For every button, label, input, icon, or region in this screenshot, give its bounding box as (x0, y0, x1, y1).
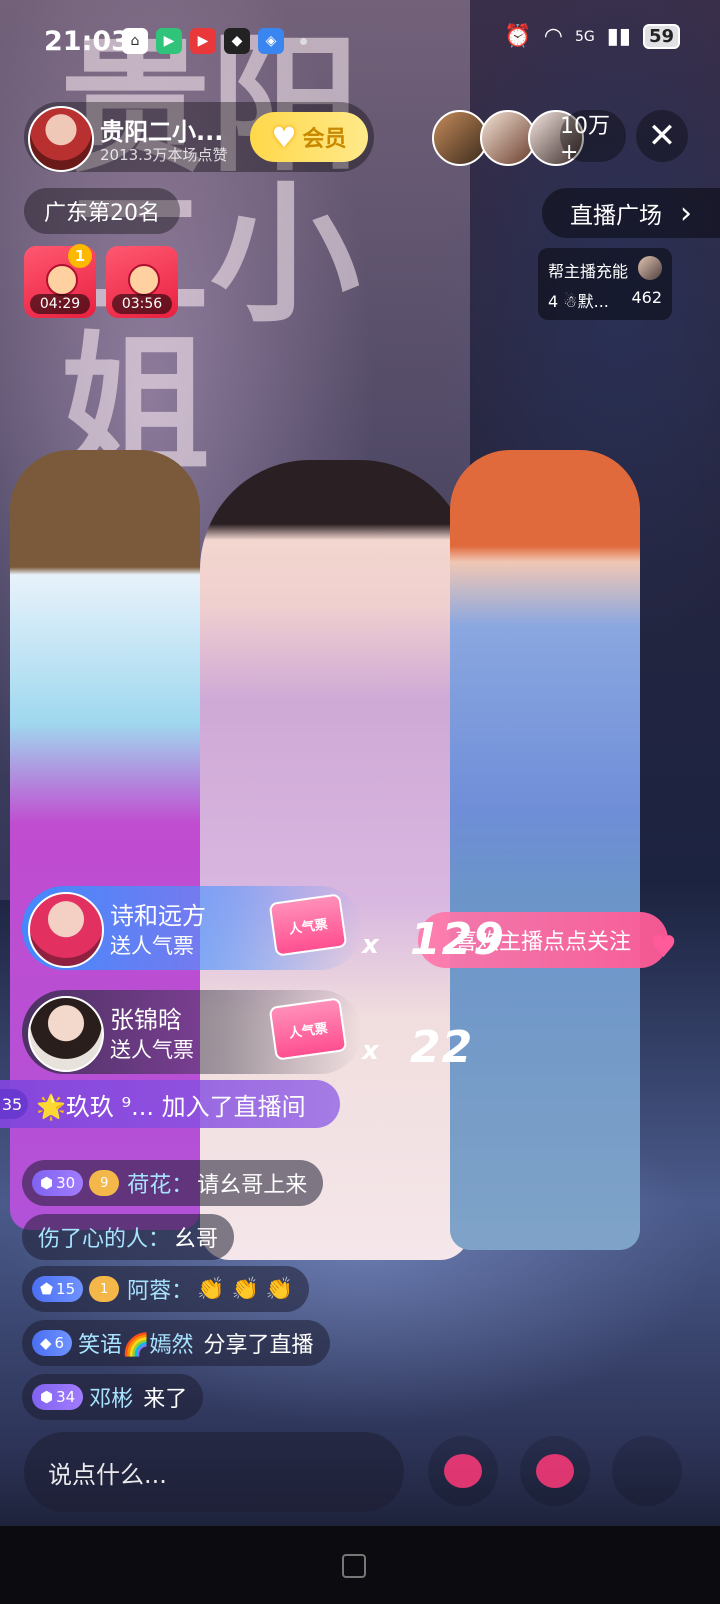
gem-icon: ⬢ (40, 1174, 54, 1192)
red-packet-seal-icon (128, 264, 160, 296)
charge-rank: 4 ☃默... (548, 292, 609, 311)
heart-icon: ♥ (650, 930, 677, 965)
battery-icon: 59 (642, 24, 680, 49)
chat-text: 幺哥 (174, 1227, 219, 1252)
wifi-icon: ◠ (543, 24, 563, 49)
join-level-badge: 35 (0, 1089, 28, 1119)
home-app-icon: ⌂ (122, 28, 148, 54)
chat-message[interactable]: ⬢ 30 9 荷花： 请幺哥上来 (22, 1160, 324, 1206)
chat-username[interactable]: 荷花： (127, 1167, 193, 1199)
gift-count: 22 (410, 1022, 474, 1073)
chat-text: 分享了直播 (203, 1333, 314, 1358)
chat-message[interactable]: ◆ 6 笑语🌈嫣然 分享了直播 (22, 1320, 330, 1366)
chat-message[interactable]: ⬟ 15 1 阿蓉： 👏 👏 👏 (22, 1266, 310, 1312)
backdrop-calligraphy: 贵阳 二小 姐 (60, 17, 361, 493)
more-notifications-dot (300, 37, 307, 45)
join-text: 🌟玖玖 ⁹... 加入了直播间 (36, 1092, 306, 1121)
vip-label: 会员 (302, 127, 347, 152)
live-plaza-label: 直播广场 (570, 203, 662, 229)
charge-title: 帮主播充能 (548, 262, 629, 281)
diamond-icon: ⬟ (40, 1280, 54, 1298)
gift-sender-avatar[interactable] (28, 996, 104, 1072)
system-nav-bar (0, 1526, 720, 1604)
viewer-count[interactable]: 10万+ (560, 110, 626, 165)
popularity-ticket-icon: 人气票 (268, 893, 348, 957)
more-button[interactable] (612, 1436, 682, 1506)
signal-icon: ▮▮ (606, 24, 631, 49)
gift-sender-avatar[interactable] (28, 892, 104, 968)
user-level-badge: ⬢ 30 (32, 1170, 84, 1196)
alarm-icon: ⏰ (504, 24, 532, 49)
user-level-badge: ◆ 6 (32, 1330, 73, 1356)
gift-sender-name: 诗和远方 (110, 902, 206, 930)
red-app-icon: ▶ (190, 28, 216, 54)
blue-app-icon: ◈ (258, 28, 284, 54)
heart-plus-icon: ♥ (271, 120, 297, 154)
host-likes: 2013.3万本场点赞 (100, 146, 228, 164)
live-plaza-button[interactable]: 直播广场 › (542, 188, 720, 238)
popularity-ticket-icon: 人气票 (268, 997, 348, 1061)
chat-message[interactable]: ⬢ 34 邓彬 来了 (22, 1374, 204, 1420)
gift-button[interactable] (428, 1436, 498, 1506)
chat-text: 请幺哥上来 (197, 1173, 308, 1198)
gift-action: 送人气票 (110, 1038, 194, 1062)
gift-action: 送人气票 (110, 934, 194, 958)
fan-badge: 1 (89, 1276, 120, 1302)
top-viewers[interactable] (432, 110, 584, 166)
host-charge-panel[interactable]: 帮主播充能 4 ☃默... 462 (538, 248, 672, 320)
user-level-badge: ⬢ 34 (32, 1384, 84, 1410)
chat-text: 来了 (143, 1387, 188, 1412)
gift-sender-name: 张锦晗 (110, 1006, 182, 1034)
host-name: 贵阳二小... (100, 118, 224, 146)
chat-message[interactable]: 伤了心的人： 幺哥 (22, 1214, 235, 1260)
video-app-icon: ▶ (156, 28, 182, 54)
status-bar: 21:03 ⌂ ▶ ▶ ◆ ◈ ⏰ ◠ 5G ▮▮ 59 (0, 18, 720, 64)
charge-avatar (638, 256, 662, 280)
performer-center (200, 460, 470, 1260)
red-packet-count-badge: 1 (68, 244, 92, 268)
gem-icon: ⬢ (40, 1388, 54, 1406)
gift-multiplier: x (362, 930, 379, 960)
chevron-right-icon: › (680, 195, 692, 231)
user-level-badge: ⬟ 15 (32, 1276, 84, 1302)
red-packet-timer: 03:56 (112, 294, 172, 314)
gift-icon (444, 1454, 482, 1488)
gift-notification[interactable]: 张锦晗 送人气票 人气票 (22, 990, 362, 1074)
gift-notification[interactable]: 诗和远方 送人气票 人气票 (22, 886, 362, 970)
network-label: 5G (574, 28, 595, 45)
host-info[interactable]: 贵阳二小... 2013.3万本场点赞 ♥ 会员 (24, 102, 374, 172)
red-packet-timer: 04:29 (30, 294, 90, 314)
comment-input[interactable]: 说点什么... (24, 1432, 404, 1512)
join-notification: 35 🌟玖玖 ⁹... 加入了直播间 (0, 1080, 340, 1128)
gift-count: 129 (410, 914, 505, 965)
chat-username[interactable]: 阿蓉： (127, 1273, 193, 1305)
charge-value: 462 (631, 288, 662, 307)
fan-badge: 9 (89, 1170, 120, 1196)
chat-text: 👏 👏 👏 (197, 1276, 294, 1302)
vip-button[interactable]: ♥ 会员 (250, 112, 368, 162)
close-icon: ✕ (647, 116, 677, 156)
gift-multiplier: x (362, 1036, 379, 1066)
red-packet-2[interactable]: 03:56 (106, 246, 178, 318)
notification-icons: ⌂ ▶ ▶ ◆ ◈ (122, 28, 307, 54)
clock: 21:03 (44, 26, 130, 57)
home-nav-icon[interactable] (342, 1554, 366, 1578)
rank-badge[interactable]: 广东第20名 (24, 188, 180, 234)
bow-gift-icon (536, 1454, 574, 1488)
chat-username[interactable]: 笑语🌈嫣然 (78, 1327, 193, 1359)
chat-username[interactable]: 伤了心的人： (38, 1221, 170, 1253)
red-packet-seal-icon (46, 264, 78, 296)
more-gift-button[interactable] (520, 1436, 590, 1506)
dark-app-icon: ◆ (224, 28, 250, 54)
diamond-icon: ◆ (40, 1334, 52, 1352)
chat-username[interactable]: 邓彬 (89, 1381, 133, 1413)
system-indicators: ⏰ ◠ 5G ▮▮ 59 (504, 24, 680, 49)
performer-right (450, 450, 640, 1250)
host-avatar[interactable] (28, 106, 94, 172)
close-button[interactable]: ✕ (636, 110, 688, 162)
